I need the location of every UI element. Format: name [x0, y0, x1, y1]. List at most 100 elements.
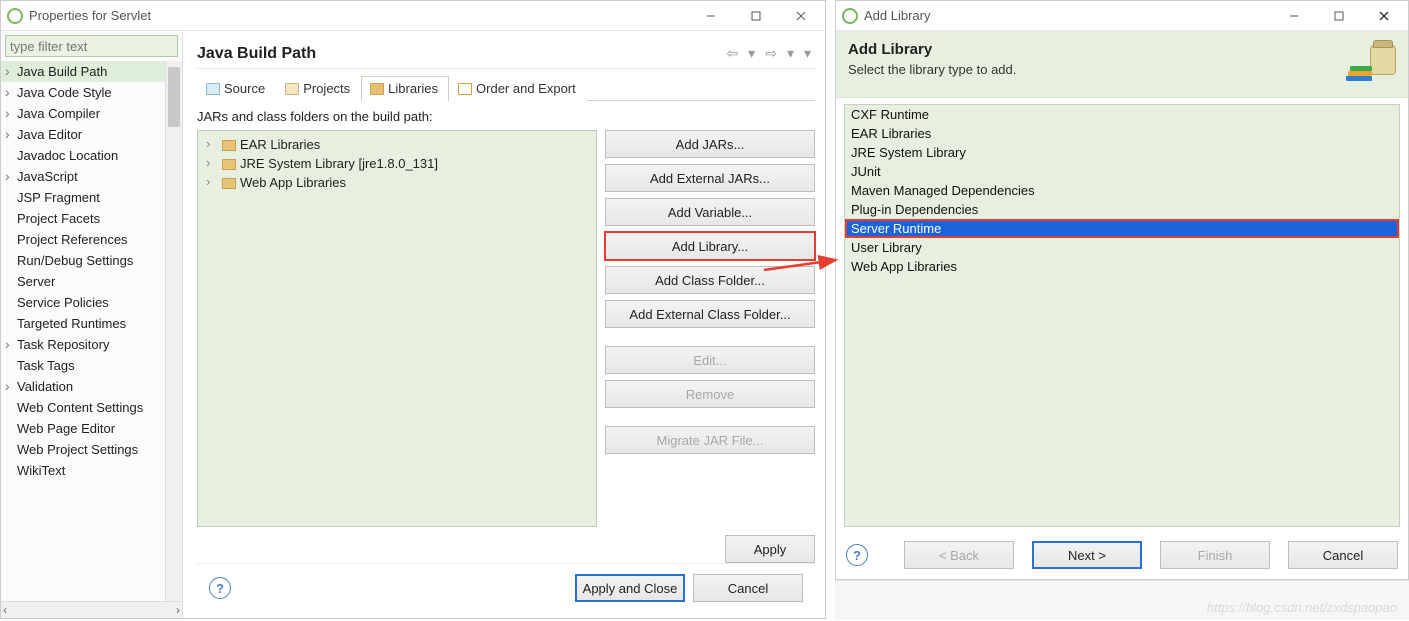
apply-close-button[interactable]: Apply and Close [575, 574, 685, 602]
category-item[interactable]: Java Editor [1, 124, 165, 145]
back-icon[interactable]: ⇦ [722, 43, 742, 64]
library-type-item[interactable]: Web App Libraries [845, 257, 1399, 276]
tab-label: Projects [303, 81, 350, 96]
forward-menu-icon[interactable]: ▾ [783, 43, 798, 64]
library-type-item[interactable]: EAR Libraries [845, 124, 1399, 143]
add-external-class-folder-button[interactable]: Add External Class Folder... [605, 300, 815, 328]
page-title: Java Build Path [197, 45, 722, 63]
eclipse-icon [842, 8, 858, 24]
sidebar-h-scroll[interactable]: ‹› [1, 601, 182, 618]
tab-libraries[interactable]: Libraries [361, 76, 449, 101]
category-item[interactable]: Validation [1, 376, 165, 397]
category-item[interactable]: Targeted Runtimes [1, 313, 165, 334]
add-library-window: Add Library Add Library Select the libra… [835, 0, 1409, 580]
tab-icon [285, 83, 299, 95]
back-button[interactable]: < Back [904, 541, 1014, 569]
help-icon[interactable]: ? [846, 544, 868, 566]
library-type-item[interactable]: Server Runtime [845, 219, 1399, 238]
library-folder-icon [222, 140, 236, 151]
category-sidebar: Java Build PathJava Code StyleJava Compi… [1, 31, 183, 618]
next-button[interactable]: Next > [1032, 541, 1142, 569]
titlebar[interactable]: Add Library [836, 1, 1408, 31]
cancel-button[interactable]: Cancel [1288, 541, 1398, 569]
category-item[interactable]: Web Page Editor [1, 418, 165, 439]
back-menu-icon[interactable]: ▾ [744, 43, 759, 64]
tab-label: Source [224, 81, 265, 96]
tree-item[interactable]: JRE System Library [jre1.8.0_131] [200, 154, 594, 173]
category-item[interactable]: WikiText [1, 460, 165, 481]
library-type-item[interactable]: JUnit [845, 162, 1399, 181]
tab-icon [206, 83, 220, 95]
tab-order-and-export[interactable]: Order and Export [449, 76, 587, 101]
maximize-button[interactable] [1316, 2, 1361, 30]
category-item[interactable]: Task Repository [1, 334, 165, 355]
category-list[interactable]: Java Build PathJava Code StyleJava Compi… [1, 61, 165, 601]
library-folder-icon [222, 159, 236, 170]
library-jar-icon [1354, 41, 1396, 83]
library-type-item[interactable]: Plug-in Dependencies [845, 200, 1399, 219]
add-external-jars-button[interactable]: Add External JARs... [605, 164, 815, 192]
libraries-tree[interactable]: EAR LibrariesJRE System Library [jre1.8.… [197, 130, 597, 527]
library-type-list[interactable]: CXF RuntimeEAR LibrariesJRE System Libra… [844, 104, 1400, 527]
menu-icon[interactable]: ▾ [800, 43, 815, 64]
library-type-item[interactable]: JRE System Library [845, 143, 1399, 162]
button-column: Add JARs... Add External JARs... Add Varia… [605, 130, 815, 527]
banner-subtitle: Select the library type to add. [848, 62, 1354, 77]
category-item[interactable]: Java Build Path [1, 61, 165, 82]
forward-icon[interactable]: ⇨ [761, 43, 781, 64]
add-library-button[interactable]: Add Library... [605, 232, 815, 260]
edit-button: Edit... [605, 346, 815, 374]
category-item[interactable]: Task Tags [1, 355, 165, 376]
library-type-item[interactable]: User Library [845, 238, 1399, 257]
nav-history[interactable]: ⇦▾ ⇨▾ ▾ [722, 43, 815, 64]
cancel-button[interactable]: Cancel [693, 574, 803, 602]
wizard-banner: Add Library Select the library type to a… [836, 31, 1408, 98]
close-button[interactable] [1361, 2, 1406, 30]
remove-button: Remove [605, 380, 815, 408]
tab-label: Libraries [388, 81, 438, 96]
maximize-button[interactable] [733, 2, 778, 30]
add-class-folder-button[interactable]: Add Class Folder... [605, 266, 815, 294]
tab-icon [458, 83, 472, 95]
tab-label: Order and Export [476, 81, 576, 96]
minimize-button[interactable] [688, 2, 733, 30]
category-item[interactable]: Java Compiler [1, 103, 165, 124]
banner-title: Add Library [848, 41, 1354, 58]
category-item[interactable]: Run/Debug Settings [1, 250, 165, 271]
category-item[interactable]: Server [1, 271, 165, 292]
tree-item[interactable]: EAR Libraries [200, 135, 594, 154]
category-item[interactable]: Project References [1, 229, 165, 250]
category-item[interactable]: Web Project Settings [1, 439, 165, 460]
category-item[interactable]: Javadoc Location [1, 145, 165, 166]
window-title: Properties for Servlet [29, 8, 688, 23]
ide-status-strip [835, 580, 1409, 620]
finish-button[interactable]: Finish [1160, 541, 1270, 569]
tab-source[interactable]: Source [197, 76, 276, 101]
tree-item[interactable]: Web App Libraries [200, 173, 594, 192]
category-item[interactable]: JavaScript [1, 166, 165, 187]
library-type-item[interactable]: Maven Managed Dependencies [845, 181, 1399, 200]
category-item[interactable]: Project Facets [1, 208, 165, 229]
category-item[interactable]: Service Policies [1, 292, 165, 313]
tab-icon [370, 83, 384, 95]
migrate-jar-button: Migrate JAR File... [605, 426, 815, 454]
library-folder-icon [222, 178, 236, 189]
tab-projects[interactable]: Projects [276, 76, 361, 101]
add-variable-button[interactable]: Add Variable... [605, 198, 815, 226]
category-item[interactable]: JSP Fragment [1, 187, 165, 208]
help-icon[interactable]: ? [209, 577, 231, 599]
category-item[interactable]: Web Content Settings [1, 397, 165, 418]
properties-window: Properties for Servlet Java Build PathJa… [0, 0, 826, 619]
apply-button[interactable]: Apply [725, 535, 815, 563]
sidebar-scrollbar[interactable] [165, 61, 182, 601]
window-title: Add Library [864, 8, 1271, 23]
category-item[interactable]: Java Code Style [1, 82, 165, 103]
add-jars-button[interactable]: Add JARs... [605, 130, 815, 158]
minimize-button[interactable] [1271, 2, 1316, 30]
filter-input[interactable] [5, 35, 178, 57]
tree-label: JARs and class folders on the build path… [197, 109, 815, 124]
eclipse-icon [7, 8, 23, 24]
close-button[interactable] [778, 2, 823, 30]
titlebar[interactable]: Properties for Servlet [1, 1, 825, 31]
library-type-item[interactable]: CXF Runtime [845, 105, 1399, 124]
